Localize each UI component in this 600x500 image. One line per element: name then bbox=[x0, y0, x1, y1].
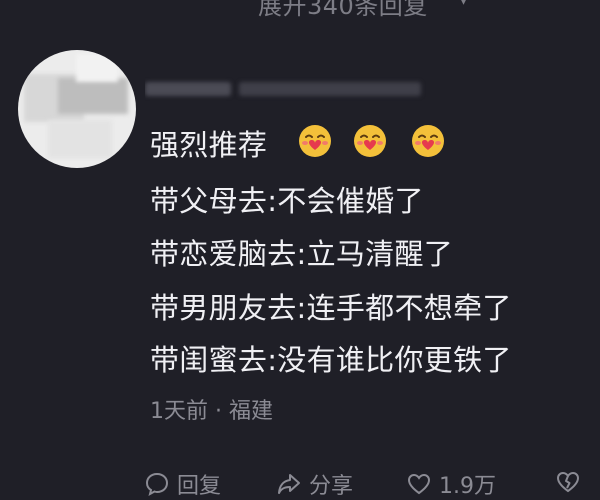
avatar-blur-block bbox=[76, 54, 118, 82]
user-avatar[interactable] bbox=[18, 50, 136, 168]
comment-meta: 1天前 · 福建 bbox=[150, 399, 273, 424]
avatar-blur-block bbox=[48, 120, 112, 158]
dislike-button[interactable] bbox=[554, 468, 582, 496]
expand-replies-row[interactable]: 展开340条回复 ▾ bbox=[0, 0, 600, 22]
comment-line-5: 带闺蜜去:没有谁比你更铁了 bbox=[150, 343, 512, 377]
heart-icon bbox=[407, 473, 431, 495]
comment-line-1: 强烈推荐 bbox=[150, 128, 268, 162]
expand-replies-text[interactable]: 展开340条回复 bbox=[258, 0, 428, 21]
smiling-face-with-hearts-icon bbox=[412, 125, 444, 157]
like-count: 1.9万 bbox=[439, 474, 496, 499]
smiling-face-with-hearts-icon bbox=[299, 125, 331, 157]
comment-line-2: 带父母去:不会催婚了 bbox=[150, 184, 424, 218]
comment-bubble-icon bbox=[145, 472, 169, 496]
reply-button[interactable]: 回复 bbox=[143, 468, 221, 500]
smiling-face-with-hearts-icon bbox=[354, 125, 386, 157]
like-button[interactable]: 1.9万 bbox=[405, 468, 496, 500]
avatar-blur-block bbox=[58, 78, 128, 114]
username-redacted[interactable] bbox=[145, 68, 445, 106]
redaction-block bbox=[145, 82, 231, 96]
broken-heart-icon bbox=[556, 471, 580, 493]
comment-line-4: 带男朋友去:连手都不想牵了 bbox=[150, 291, 512, 325]
reply-label: 回复 bbox=[177, 474, 222, 499]
redaction-block bbox=[239, 82, 421, 96]
share-arrow-icon bbox=[278, 474, 300, 494]
chevron-down-icon[interactable]: ▾ bbox=[459, 0, 468, 10]
share-label: 分享 bbox=[309, 474, 354, 499]
comment-actions: 回复 分享 1.9万 bbox=[143, 468, 600, 500]
comment-line-3: 带恋爱脑去:立马清醒了 bbox=[150, 237, 454, 271]
share-button[interactable]: 分享 bbox=[275, 468, 353, 500]
